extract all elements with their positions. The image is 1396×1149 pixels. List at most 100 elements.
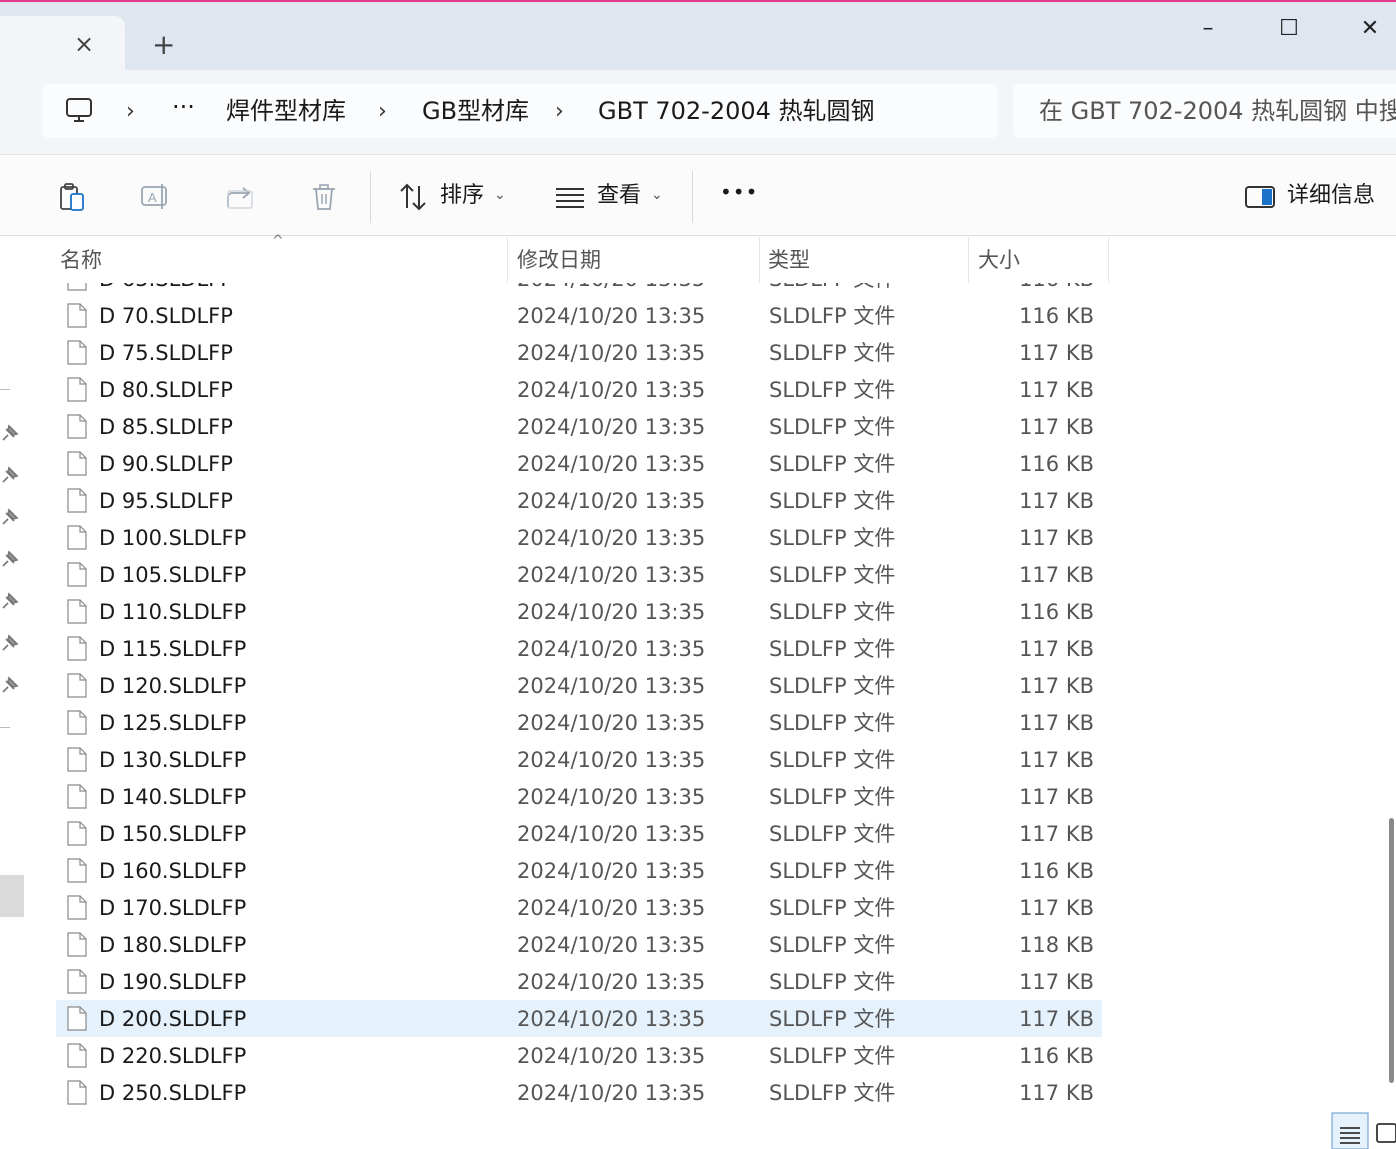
file-name[interactable]: D 90.SLDLFP — [99, 448, 233, 480]
tab-close-icon[interactable]: × — [74, 32, 94, 56]
column-header-name[interactable]: 名称 — [52, 237, 507, 283]
file-name[interactable]: D 110.SLDLFP — [99, 596, 246, 628]
column-divider[interactable] — [507, 237, 508, 283]
clipboard-icon[interactable] — [56, 181, 88, 213]
table-row[interactable]: D 220.SLDLFP 2024/10/20 13:35 SLDLFP 文件 116… — [56, 1037, 1102, 1074]
details-button[interactable]: 详细信息 — [1287, 181, 1375, 211]
computer-icon[interactable] — [64, 96, 94, 126]
file-name[interactable]: D 130.SLDLFP — [99, 744, 246, 776]
file-size: 116 KB — [1019, 859, 1094, 883]
new-tab-button[interactable]: + — [152, 30, 175, 60]
file-name[interactable]: D 150.SLDLFP — [99, 818, 246, 850]
column-header-date[interactable]: 修改日期 — [509, 237, 759, 283]
file-name[interactable]: D 220.SLDLFP — [99, 1040, 246, 1072]
table-row[interactable]: D 75.SLDLFP 2024/10/20 13:35 SLDLFP 文件 117 … — [56, 334, 1102, 371]
file-size: 116 KB — [1019, 600, 1094, 624]
address-bar[interactable]: › ··· 焊件型材库 › GB型材库 › GBT 702-2004 热轧圆钢 — [42, 84, 998, 138]
file-name[interactable]: D 120.SLDLFP — [99, 670, 246, 702]
file-name[interactable]: D 160.SLDLFP — [99, 855, 246, 887]
chevron-down-icon[interactable]: ⌄ — [494, 187, 506, 203]
file-name[interactable]: D 180.SLDLFP — [99, 929, 246, 961]
rename-icon[interactable]: A — [140, 181, 172, 213]
nav-item-selected[interactable] — [0, 875, 24, 917]
table-row[interactable]: D 170.SLDLFP 2024/10/20 13:35 SLDLFP 文件 117… — [56, 889, 1102, 926]
maximize-button[interactable]: ☐ — [1269, 12, 1309, 46]
table-row[interactable]: D 90.SLDLFP 2024/10/20 13:35 SLDLFP 文件 116 … — [56, 445, 1102, 482]
view-icon[interactable] — [554, 181, 586, 213]
vertical-scrollbar-thumb[interactable] — [1389, 818, 1394, 1083]
table-row[interactable]: D 95.SLDLFP 2024/10/20 13:35 SLDLFP 文件 117 … — [56, 482, 1102, 519]
file-name[interactable]: D 170.SLDLFP — [99, 892, 246, 924]
table-row[interactable]: D 105.SLDLFP 2024/10/20 13:35 SLDLFP 文件 117… — [56, 556, 1102, 593]
breadcrumb-item[interactable]: GB型材库 — [422, 96, 529, 126]
file-name[interactable]: D 105.SLDLFP — [99, 559, 246, 591]
sort-button[interactable]: 排序 — [440, 181, 484, 211]
details-view-icon[interactable] — [1331, 1112, 1369, 1149]
delete-icon[interactable] — [308, 181, 340, 213]
search-box[interactable]: 在 GBT 702-2004 热轧圆钢 中搜索 — [1013, 84, 1396, 138]
file-name[interactable]: D 80.SLDLFP — [99, 374, 233, 406]
chevron-right-icon[interactable]: › — [555, 97, 564, 127]
pin-icon[interactable] — [0, 591, 20, 611]
file-name[interactable]: D 140.SLDLFP — [99, 781, 246, 813]
file-size: 117 KB — [1019, 637, 1094, 661]
file-name[interactable]: D 70.SLDLFP — [99, 300, 233, 332]
breadcrumb-more[interactable]: ··· — [172, 92, 195, 122]
table-row[interactable]: D 160.SLDLFP 2024/10/20 13:35 SLDLFP 文件 116… — [56, 852, 1102, 889]
close-button[interactable]: ✕ — [1350, 12, 1390, 46]
column-divider[interactable] — [1108, 237, 1109, 283]
table-row[interactable]: D 70.SLDLFP 2024/10/20 13:35 SLDLFP 文件 116 … — [56, 297, 1102, 334]
view-button[interactable]: 查看 — [597, 181, 641, 211]
table-row[interactable]: D 200.SLDLFP 2024/10/20 13:35 SLDLFP 文件 117… — [56, 1000, 1102, 1037]
breadcrumb-item-current[interactable]: GBT 702-2004 热轧圆钢 — [598, 96, 875, 126]
table-row[interactable]: D 125.SLDLFP 2024/10/20 13:35 SLDLFP 文件 117… — [56, 704, 1102, 741]
minimize-button[interactable]: – — [1188, 12, 1228, 46]
pin-icon[interactable] — [0, 465, 20, 485]
table-row[interactable]: D 250.SLDLFP 2024/10/20 13:35 SLDLFP 文件 117… — [56, 1074, 1102, 1111]
file-name[interactable]: D 115.SLDLFP — [99, 633, 246, 665]
pin-icon[interactable] — [0, 507, 20, 527]
share-icon[interactable] — [224, 181, 256, 213]
file-name[interactable]: D 200.SLDLFP — [99, 1003, 246, 1035]
column-divider[interactable] — [968, 237, 969, 283]
column-header-size[interactable]: 大小 — [970, 237, 1108, 283]
file-name[interactable]: D 190.SLDLFP — [99, 966, 246, 998]
file-name[interactable]: D 100.SLDLFP — [99, 522, 246, 554]
file-modified-date: 2024/10/20 13:35 — [517, 526, 706, 550]
chevron-right-icon[interactable]: › — [126, 97, 135, 127]
chevron-right-icon[interactable]: › — [378, 97, 387, 127]
file-name[interactable]: D 85.SLDLFP — [99, 411, 233, 443]
file-modified-date: 2024/10/20 13:35 — [517, 415, 706, 439]
table-row[interactable]: D 140.SLDLFP 2024/10/20 13:35 SLDLFP 文件 117… — [56, 778, 1102, 815]
column-header-type[interactable]: 类型 — [760, 237, 968, 283]
pin-icon[interactable] — [0, 423, 20, 443]
large-icons-view-icon[interactable] — [1371, 1112, 1396, 1149]
chevron-down-icon[interactable]: ⌄ — [651, 187, 663, 203]
sort-icon[interactable] — [397, 181, 429, 213]
file-name[interactable]: D 75.SLDLFP — [99, 337, 233, 369]
table-row[interactable]: D 150.SLDLFP 2024/10/20 13:35 SLDLFP 文件 117… — [56, 815, 1102, 852]
search-input[interactable]: 在 GBT 702-2004 热轧圆钢 中搜索 — [1039, 96, 1396, 126]
more-options-button[interactable]: ••• — [720, 177, 758, 207]
table-row[interactable]: D 120.SLDLFP 2024/10/20 13:35 SLDLFP 文件 117… — [56, 667, 1102, 704]
file-icon — [67, 784, 87, 809]
table-row[interactable]: D 100.SLDLFP 2024/10/20 13:35 SLDLFP 文件 117… — [56, 519, 1102, 556]
table-row[interactable]: D 80.SLDLFP 2024/10/20 13:35 SLDLFP 文件 117 … — [56, 371, 1102, 408]
file-name[interactable]: D 95.SLDLFP — [99, 485, 233, 517]
table-row[interactable]: D 115.SLDLFP 2024/10/20 13:35 SLDLFP 文件 117… — [56, 630, 1102, 667]
table-row[interactable]: D 130.SLDLFP 2024/10/20 13:35 SLDLFP 文件 117… — [56, 741, 1102, 778]
table-row[interactable]: D 110.SLDLFP 2024/10/20 13:35 SLDLFP 文件 116… — [56, 593, 1102, 630]
title-bar: × + – ☐ ✕ — [0, 0, 1396, 72]
table-row[interactable]: D 190.SLDLFP 2024/10/20 13:35 SLDLFP 文件 117… — [56, 963, 1102, 1000]
file-icon — [67, 488, 87, 513]
table-row[interactable]: D 85.SLDLFP 2024/10/20 13:35 SLDLFP 文件 117 … — [56, 408, 1102, 445]
breadcrumb-item[interactable]: 焊件型材库 — [226, 96, 346, 126]
file-name[interactable]: D 125.SLDLFP — [99, 707, 246, 739]
pin-icon[interactable] — [0, 549, 20, 569]
table-row[interactable]: D 180.SLDLFP 2024/10/20 13:35 SLDLFP 文件 118… — [56, 926, 1102, 963]
pin-icon[interactable] — [0, 675, 20, 695]
pin-icon[interactable] — [0, 633, 20, 653]
file-name[interactable]: D 250.SLDLFP — [99, 1077, 246, 1109]
tab-current[interactable]: × — [0, 16, 125, 72]
details-pane-icon[interactable] — [1244, 181, 1276, 213]
